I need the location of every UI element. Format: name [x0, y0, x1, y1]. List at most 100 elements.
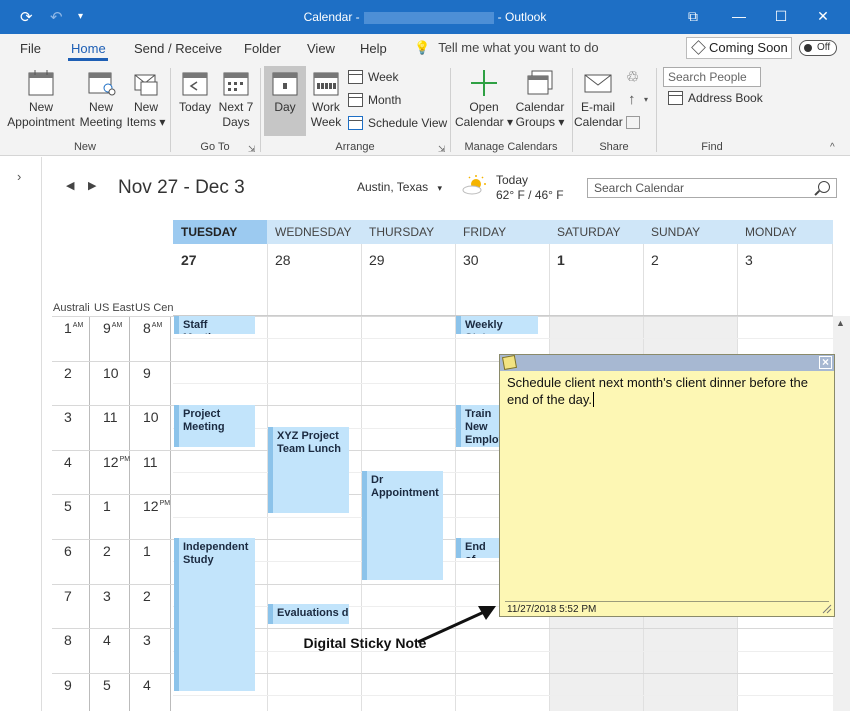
tab-send-receive[interactable]: Send / Receive [134, 41, 222, 56]
day-number: 30 [463, 252, 479, 268]
day-header-tuesday[interactable]: TUESDAY [173, 220, 267, 244]
today-label: Today [178, 100, 212, 114]
new-appointment-label-2: Appointment [7, 115, 75, 129]
sticky-note-text[interactable]: Schedule client next month's client dinn… [507, 374, 831, 408]
open-calendar-label-1: Open [469, 100, 499, 114]
group-label-manage: Manage Calendars [464, 141, 558, 153]
time-label: 3 [103, 588, 111, 604]
event-xyz-project-team-lunch[interactable]: XYZ Project Team Lunch [268, 427, 349, 513]
group-separator [450, 68, 451, 152]
open-calendar-button[interactable]: Open Calendar ▾ [454, 68, 514, 130]
event-project-meeting[interactable]: Project Meeting [174, 405, 255, 447]
event-end-of[interactable]: End of [456, 538, 500, 558]
sticky-note-title-bar[interactable]: × [500, 354, 834, 371]
day-header-monday[interactable]: MONDAY [737, 220, 833, 244]
coming-soon-button[interactable]: Coming Soon [686, 37, 792, 59]
week-view-button[interactable]: Week [348, 68, 398, 86]
hour-gridline [52, 673, 833, 674]
minimize-button[interactable]: — [724, 6, 754, 26]
day-view-button[interactable]: Day [264, 66, 306, 136]
schedule-view-button[interactable]: Schedule View [348, 114, 447, 132]
tab-file[interactable]: File [20, 41, 41, 56]
day-number: 2 [651, 252, 659, 268]
today-button[interactable]: Today [174, 68, 216, 115]
goto-launcher-icon[interactable]: ⇲ [248, 144, 256, 155]
address-book-label: Address Book [688, 91, 763, 105]
search-people-input[interactable]: Search People [663, 67, 761, 87]
day-header-sunday[interactable]: SUNDAY [643, 220, 737, 244]
arrange-launcher-icon[interactable]: ⇲ [438, 144, 446, 155]
day-header-thursday[interactable]: THURSDAY [361, 220, 455, 244]
am-pm-marker: PM [119, 456, 131, 463]
open-calendar-label-2: Calendar ▾ [454, 115, 514, 129]
title-bar: ⟳ ↶ ▾ Calendar -- Outlook ⧉ — ☐ ✕ [0, 0, 850, 34]
coming-soon-toggle[interactable]: Off [799, 40, 837, 56]
new-items-button[interactable]: New Items ▾ [124, 68, 168, 130]
previous-week-icon[interactable]: ◀ [66, 179, 74, 192]
time-label: 1 [143, 543, 151, 559]
new-appointment-button[interactable]: New Appointment [4, 68, 78, 130]
month-icon [348, 93, 363, 107]
half-hour-gridline [173, 338, 833, 339]
active-tab-indicator [68, 58, 108, 61]
tab-help[interactable]: Help [360, 41, 387, 56]
ribbon-display-icon[interactable]: ⧉ [678, 6, 708, 26]
hour-number: 1 [103, 498, 111, 514]
hour-number: 10 [103, 365, 119, 381]
work-week-button[interactable]: Work Week [308, 68, 344, 130]
maximize-button[interactable]: ☐ [766, 6, 796, 26]
next-week-icon[interactable]: ▶ [88, 179, 96, 192]
search-icon[interactable] [818, 181, 830, 193]
sticky-close-icon[interactable]: × [819, 356, 832, 369]
day-number: 27 [181, 252, 197, 268]
event-staff-meeting[interactable]: Staff Meeting [174, 316, 255, 334]
search-calendar-input[interactable]: Search Calendar [587, 178, 837, 198]
box-icon [691, 40, 706, 55]
new-items-icon [134, 74, 158, 96]
group-separator [170, 68, 171, 152]
weather-location[interactable]: Austin, Texas ▾ [357, 180, 442, 194]
hour-number: 3 [103, 588, 111, 604]
event-independent-study[interactable]: Independent Study [174, 538, 255, 691]
publish-online-icon[interactable]: ↑ [628, 91, 636, 108]
resize-grip-icon[interactable] [822, 604, 832, 614]
time-label: 8 [64, 632, 72, 648]
week-icon [348, 70, 363, 84]
day-number: 28 [275, 252, 291, 268]
tell-me-search[interactable]: 💡 Tell me what you want to do [414, 40, 599, 56]
share-calendar-icon[interactable]: ♲ [626, 68, 639, 86]
hour-number: 11 [103, 409, 118, 425]
sticky-note[interactable]: × Schedule client next month's client di… [499, 354, 835, 617]
new-meeting-button[interactable]: New Meeting [78, 68, 124, 130]
tab-home[interactable]: Home [71, 41, 106, 56]
new-items-label-2: Items ▾ [126, 115, 166, 129]
day-header-saturday[interactable]: SATURDAY [549, 220, 643, 244]
month-view-button[interactable]: Month [348, 91, 401, 109]
address-book-button[interactable]: Address Book [668, 89, 763, 107]
redacted-account [363, 11, 494, 24]
next-7-days-button[interactable]: Next 7 Days [216, 68, 256, 130]
time-label: 10 [103, 365, 119, 381]
window-title-prefix: Calendar - [303, 10, 360, 24]
day-header-wednesday[interactable]: WEDNESDAY [267, 220, 361, 244]
collapse-ribbon-icon[interactable]: ^ [830, 142, 835, 153]
scroll-up-icon[interactable]: ▲ [836, 318, 845, 328]
event-train-new-employees[interactable]: Train New Employ [456, 405, 500, 447]
day-header-friday[interactable]: FRIDAY [455, 220, 549, 244]
time-label: 8AM [143, 320, 162, 336]
event-weekly-status[interactable]: Weekly Status [456, 316, 538, 334]
publish-dropdown-icon[interactable]: ▾ [644, 95, 648, 104]
event-dr-appointment[interactable]: Dr Appointment [362, 471, 443, 580]
tab-view[interactable]: View [307, 41, 335, 56]
hour-number: 12 [143, 498, 159, 514]
calendar-permissions-icon[interactable] [626, 116, 640, 129]
tab-folder[interactable]: Folder [244, 41, 281, 56]
chevron-right-icon[interactable]: › [17, 169, 21, 184]
vertical-scrollbar[interactable]: ▲ [833, 316, 850, 711]
email-calendar-button[interactable]: E-mail Calendar [574, 68, 623, 130]
calendar-groups-button[interactable]: Calendar Groups ▾ [514, 68, 566, 130]
event-evaluations[interactable]: Evaluations du [268, 604, 349, 624]
note-icon[interactable] [501, 354, 518, 371]
calendar-header: ◀ ▶ Nov 27 - Dec 3 Austin, Texas ▾ Today… [42, 157, 850, 219]
close-button[interactable]: ✕ [808, 6, 838, 26]
